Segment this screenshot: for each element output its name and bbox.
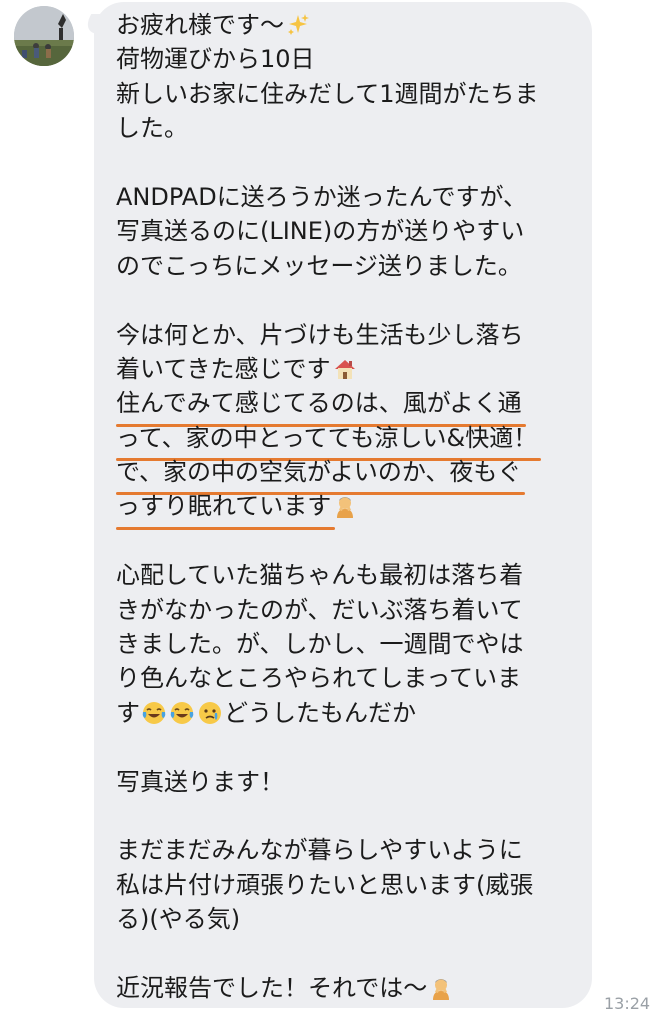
message-bubble[interactable]: お疲れ様です〜 荷物運びから10日 新しいお家に住みだして1週間がたちま した。… bbox=[94, 2, 592, 1008]
message-line: すどうしたもんだか bbox=[116, 698, 416, 727]
avatar[interactable] bbox=[14, 6, 74, 66]
sparkles-icon bbox=[288, 14, 309, 35]
message-text: お疲れ様です〜 荷物運びから10日 新しいお家に住みだして1週間がたちま した。… bbox=[116, 8, 570, 1005]
message-line: のでこっちにメッセージ送りました。 bbox=[116, 251, 522, 280]
message-line: 私は片付け頑張りたいと思います(威張 bbox=[116, 870, 534, 899]
chat-view: お疲れ様です〜 荷物運びから10日 新しいお家に住みだして1週間がたちま した。… bbox=[0, 0, 663, 1024]
message-timestamp: 13:24 bbox=[604, 994, 651, 1013]
highlighted-text: って、家の中とってても涼しい&快適！ bbox=[116, 421, 542, 462]
message-line: って、家の中とってても涼しい&快適！ bbox=[116, 421, 570, 462]
person-gesture-icon bbox=[433, 978, 450, 1000]
message-line: り色んなところやられてしまっていま bbox=[116, 664, 522, 693]
message-line: 着いてきた感じです bbox=[116, 352, 570, 386]
message-line: まだまだみんなが暮らしやすいように bbox=[116, 836, 523, 865]
message-line: お疲れ様です〜 bbox=[116, 8, 570, 42]
message-line: 心配していた猫ちゃんも最初は落ち着 bbox=[116, 561, 524, 590]
avatar-photo bbox=[14, 6, 74, 66]
message-line: で、家の中の空気がよいのか、夜もぐ bbox=[116, 455, 570, 496]
crying-face-icon bbox=[199, 701, 221, 724]
highlighted-text: 住んでみて感じてるのは、風がよく通 bbox=[116, 386, 526, 428]
message-line: 近況報告でした！それでは〜 bbox=[116, 971, 570, 1005]
person-gesture-icon bbox=[337, 497, 354, 519]
house-icon bbox=[334, 359, 355, 379]
highlighted-text: っすり眠れています bbox=[116, 489, 336, 531]
message-line: る)(やる気) bbox=[116, 905, 241, 934]
tears-of-joy-icon bbox=[170, 701, 194, 724]
message-line: 荷物運びから10日 bbox=[116, 45, 315, 74]
message-line: きました。が、しかし、一週間でやは bbox=[116, 630, 524, 659]
tears-of-joy-icon bbox=[142, 701, 166, 724]
message-line: ANDPADに送ろうか迷ったんですが、 bbox=[116, 182, 528, 211]
message-line: 新しいお家に住みだして1週間がたちま bbox=[116, 79, 539, 108]
message-line: した。 bbox=[116, 114, 188, 143]
message-line: 写真送るのに(LINE)の方が送りやすい bbox=[116, 217, 525, 246]
message-line: きがなかったのが、だいぶ落ち着いて bbox=[116, 595, 523, 624]
message-line: 今は何とか、片づけも生活も少し落ち bbox=[116, 320, 524, 349]
message-line: 写真送ります！ bbox=[116, 767, 284, 796]
highlighted-text: で、家の中の空気がよいのか、夜もぐ bbox=[116, 455, 526, 496]
message-line: 住んでみて感じてるのは、風がよく通 bbox=[116, 386, 570, 428]
